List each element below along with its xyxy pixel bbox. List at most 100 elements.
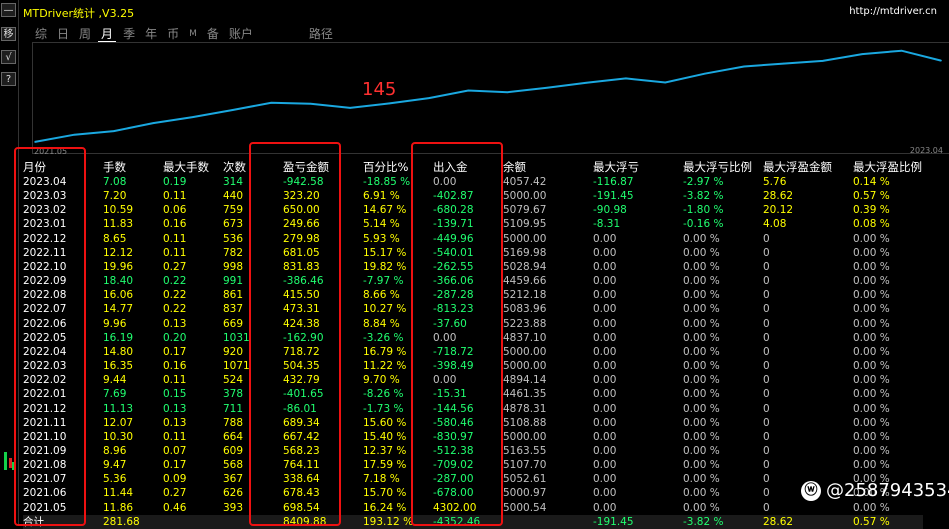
table-cell: 0: [763, 260, 770, 273]
tab-6[interactable]: 币: [164, 26, 182, 42]
total-cell: 28.62: [763, 514, 853, 529]
table-cell: 0.11: [163, 374, 187, 387]
candle-icon: [4, 452, 7, 470]
table-cell: 0: [763, 459, 770, 472]
chart-annotation: 145: [362, 79, 397, 100]
table-cell: 0.00 %: [853, 345, 890, 358]
table-cell: 0.00: [593, 303, 617, 316]
table-cell: 0.11: [163, 232, 187, 245]
table-cell: 0.00 %: [683, 459, 720, 472]
table-cell: 5000.00: [503, 232, 547, 245]
equity-point: [743, 65, 745, 68]
table-cell: 0.00 %: [853, 246, 890, 259]
table-cell: -8.31: [593, 218, 621, 231]
table-cell: 5212.18: [503, 289, 547, 302]
table-cell: 0.08 %: [853, 218, 890, 231]
table-cell: 0.00: [593, 430, 617, 443]
table-cell: 0.00 %: [683, 260, 720, 273]
column-header[interactable]: 余额: [503, 159, 593, 175]
table-cell: 11.83: [103, 218, 134, 231]
tab-10[interactable]: 路径: [306, 26, 336, 42]
table-cell: 0.00 %: [853, 416, 890, 429]
table-cell: 0.19: [163, 176, 187, 188]
table-cell: 0.27: [163, 487, 187, 500]
table-cell: 0: [763, 416, 770, 429]
site-link[interactable]: http://mtdriver.cn: [849, 6, 937, 17]
table-cell: 5052.61: [503, 473, 547, 486]
tab-1[interactable]: 日: [54, 26, 72, 42]
table-cell: 0.00: [593, 501, 617, 514]
table-cell: 0: [763, 360, 770, 373]
table-cell: 18.40: [103, 275, 134, 288]
table-cell: 5223.88: [503, 317, 547, 330]
total-cell: -3.82 %: [683, 514, 763, 529]
check-button[interactable]: √: [1, 50, 16, 64]
table-cell: 4878.31: [503, 402, 547, 415]
column-header[interactable]: 最大浮盈金额: [763, 159, 853, 175]
table-cell: 0.00 %: [853, 402, 890, 415]
table-cell: 0.13: [163, 416, 187, 429]
table-cell: 0.14 %: [853, 176, 890, 188]
tab-4[interactable]: 季: [120, 26, 138, 42]
tab-7[interactable]: M: [186, 26, 200, 42]
table-cell: 5000.54: [503, 501, 547, 514]
table-cell: 0.00: [593, 388, 617, 401]
table-cell: 0.11: [163, 246, 187, 259]
table-cell: 5108.88: [503, 416, 547, 429]
equity-point: [34, 141, 36, 143]
table-cell: 5000.00: [503, 190, 547, 203]
table-cell: 0.00 %: [683, 444, 720, 457]
table-cell: -191.45: [593, 190, 634, 203]
table-cell: 10.30: [103, 430, 134, 443]
table-cell: 0.00 %: [853, 374, 890, 387]
minimize-button[interactable]: —: [1, 3, 16, 17]
total-cell: 281.68: [103, 514, 163, 529]
help-button[interactable]: ?: [1, 72, 16, 86]
table-cell: 0.39 %: [853, 204, 890, 217]
tab-9[interactable]: 账户: [226, 26, 256, 42]
total-cell: [163, 514, 223, 529]
move-button[interactable]: 移: [1, 27, 16, 41]
table-cell: 0.07: [163, 444, 187, 457]
equity-chart-svg: [34, 49, 942, 143]
equity-point: [664, 81, 667, 84]
app-title: MTDriver统计 ,V3.25: [23, 7, 135, 20]
table-cell: 0: [763, 275, 770, 288]
table-cell: 4894.14: [503, 374, 547, 387]
column-header[interactable]: 最大浮亏: [593, 159, 683, 175]
table-cell: 0.00: [593, 289, 617, 302]
highlight-box-deposit: [411, 142, 503, 526]
tab-5[interactable]: 年: [142, 26, 160, 42]
table-cell: 0: [763, 246, 770, 259]
table-cell: 0.17: [163, 459, 187, 472]
table-cell: 0.00 %: [853, 289, 890, 302]
tab-3[interactable]: 月: [98, 26, 117, 42]
column-header[interactable]: 最大手数: [163, 159, 223, 175]
column-header[interactable]: 最大浮盈比例: [853, 159, 923, 175]
table-cell: 0.16: [163, 218, 187, 231]
equity-point: [113, 130, 115, 132]
table-cell: 0.00 %: [683, 275, 720, 288]
table-cell: 0.00 %: [683, 473, 720, 486]
table-cell: -116.87: [593, 176, 634, 188]
equity-line: [34, 49, 942, 143]
column-header[interactable]: 手数: [103, 159, 163, 175]
table-cell: 0.00: [593, 444, 617, 457]
column-header[interactable]: 最大浮亏比例: [683, 159, 763, 175]
total-cell: 0.57 %: [853, 514, 923, 529]
tab-8[interactable]: 备: [204, 26, 222, 42]
equity-point: [152, 122, 154, 124]
highlight-box-month: [14, 147, 86, 526]
equity-point: [703, 72, 706, 75]
table-cell: 0: [763, 331, 770, 344]
table-cell: 0.00 %: [853, 501, 890, 514]
table-cell: 0: [763, 232, 770, 245]
table-cell: 0: [763, 289, 770, 302]
table-cell: 0.09: [163, 473, 187, 486]
table-cell: 5028.94: [503, 260, 547, 273]
table-cell: 0.46: [163, 501, 187, 514]
table-cell: 0.15: [163, 388, 187, 401]
tab-0[interactable]: 综: [32, 26, 50, 42]
tab-2[interactable]: 周: [76, 26, 94, 42]
table-cell: 4.08: [763, 218, 787, 231]
